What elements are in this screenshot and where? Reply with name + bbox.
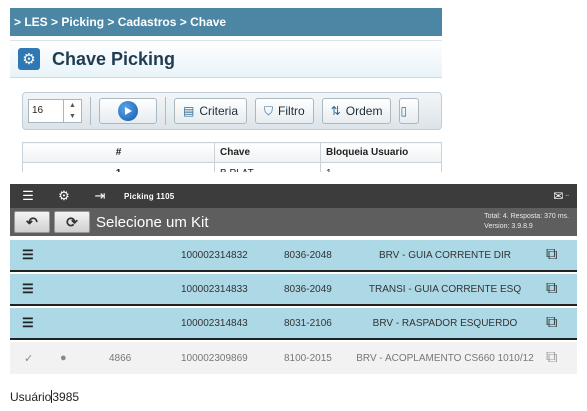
more-button[interactable]: ▯ (399, 98, 420, 124)
list-icon[interactable]: ☰ (22, 247, 34, 263)
undo-icon: ↶ (26, 214, 38, 230)
back-button[interactable]: ↶ (14, 211, 50, 233)
table-row[interactable]: 1 B.PLAT 1 (22, 162, 442, 172)
stepper-down-icon[interactable]: ▼ (64, 111, 81, 122)
user-icon: ● (60, 352, 67, 364)
notifications[interactable]: ✉ ◦◦ (553, 189, 569, 203)
toolbar-divider (165, 97, 166, 125)
document-icon: ▯ (400, 104, 408, 118)
boxes-icon[interactable]: ⧉ (546, 246, 557, 264)
item-ref: 8036-2048 (284, 249, 332, 261)
inbox-icon: ✉ (553, 189, 564, 203)
refresh-icon: ⟳ (66, 214, 78, 230)
column-header-chave[interactable]: Chave (214, 142, 321, 163)
picking-app: ☰ ⚙ ⇥ Picking 1105 ✉ ◦◦ ↶ ⟳ Selecione um… (10, 184, 577, 376)
item-description: BRV - ACOPLAMENTO CS660 1010/12 (356, 352, 534, 364)
funnel-icon: ⛉ (264, 103, 274, 118)
app-title: Picking 1105 (124, 191, 175, 201)
page-size-stepper[interactable]: 16 ▲ ▼ (28, 99, 82, 123)
cell-index: 1 (22, 162, 215, 172)
page-header: ⚙ Chave Picking (10, 40, 442, 78)
item-code: 100002309869 (181, 352, 248, 364)
boxes-icon[interactable]: ⧉ (546, 280, 557, 298)
item-code: 100002314843 (181, 317, 248, 329)
chave-picking-panel: > LES > Picking > Cadastros > Chave ⚙ Ch… (10, 8, 442, 172)
kit-title: Selecione um Kit (96, 213, 209, 231)
filter-button[interactable]: ⛉ Filtro (255, 98, 314, 124)
list-item[interactable]: ☰ 100002314843 8031-2106 BRV - RASPADOR … (10, 308, 577, 340)
version-text: Version: 3.9.8.9 (484, 223, 533, 230)
sort-az-icon: ⇅ (330, 104, 341, 118)
breadcrumb: > LES > Picking > Cadastros > Chave (10, 8, 442, 36)
list-icon[interactable]: ☰ (22, 281, 34, 297)
filter-label: Filtro (278, 104, 305, 118)
item-description: BRV - GUIA CORRENTE DIR (378, 249, 512, 261)
toolbar: 16 ▲ ▼ ▤ Criteria ⛉ Filtro ⇅ Ordem ▯ (22, 92, 442, 130)
logout-icon[interactable]: ⇥ (82, 188, 118, 204)
criteria-button[interactable]: ▤ Criteria (174, 98, 248, 124)
item-code: 100002314832 (181, 249, 248, 261)
app-topbar: ☰ ⚙ ⇥ Picking 1105 ✉ ◦◦ (10, 184, 577, 208)
column-header-bloqueia[interactable]: Bloqueia Usuario (320, 142, 442, 163)
item-ref: 8036-2049 (284, 283, 332, 295)
toolbar-divider (90, 97, 91, 125)
table-header-row: # Chave Bloqueia Usuario (22, 142, 442, 163)
page-size-value[interactable]: 16 (29, 100, 63, 122)
list-item[interactable]: ☰ 100002314833 8036-2049 TRANSI - GUIA C… (10, 274, 577, 306)
kit-header: ↶ ⟳ Selecione um Kit Total: 4. Resposta:… (10, 208, 577, 236)
criteria-icon: ▤ (183, 104, 195, 118)
list-icon[interactable]: ☰ (22, 315, 34, 331)
user-label: Usuário (10, 390, 52, 404)
item-number: 4866 (109, 352, 132, 364)
page-title: Chave Picking (52, 48, 176, 69)
response-stats: Total: 4. Resposta: 370 ms. (484, 213, 569, 220)
stepper-up-icon[interactable]: ▲ (64, 100, 81, 111)
item-description: BRV - RASPADOR ESQUERDO (372, 317, 518, 329)
item-description: TRANSI - GUIA CORRENTE ESQ (368, 283, 522, 295)
boxes-icon[interactable]: ⧉ (546, 349, 557, 367)
refresh-button[interactable]: ⟳ (54, 211, 90, 233)
notification-count: ◦◦ (565, 193, 569, 199)
play-icon (118, 101, 138, 121)
user-value[interactable]: 3985 (52, 390, 79, 404)
list-item[interactable]: ☰ 100002314832 8036-2048 BRV - GUIA CORR… (10, 240, 577, 272)
column-header-index[interactable]: # (22, 142, 215, 163)
cell-chave: B.PLAT (214, 162, 321, 172)
user-field: Usuário3985 (10, 390, 79, 404)
item-ref: 8100-2015 (284, 352, 332, 364)
list-item[interactable]: ✓ ● 4866 100002309869 8100-2015 BRV - AC… (10, 342, 577, 374)
gear-icon[interactable]: ⚙ (46, 188, 82, 204)
menu-icon[interactable]: ☰ (10, 188, 46, 204)
criteria-label: Criteria (199, 104, 239, 118)
check-icon: ✓ (24, 352, 34, 365)
item-code: 100002314833 (181, 283, 248, 295)
boxes-icon[interactable]: ⧉ (546, 314, 557, 332)
run-button[interactable] (99, 98, 157, 124)
cell-bloqueia: 1 (320, 162, 442, 172)
chave-table: # Chave Bloqueia Usuario 1 B.PLAT 1 (22, 142, 442, 172)
response-meta: Total: 4. Resposta: 370 ms. Version: 3.9… (484, 212, 569, 232)
order-label: Ordem (345, 104, 383, 118)
order-button[interactable]: ⇅ Ordem (321, 98, 392, 124)
item-ref: 8031-2106 (284, 317, 332, 329)
gear-icon: ⚙ (18, 48, 40, 70)
